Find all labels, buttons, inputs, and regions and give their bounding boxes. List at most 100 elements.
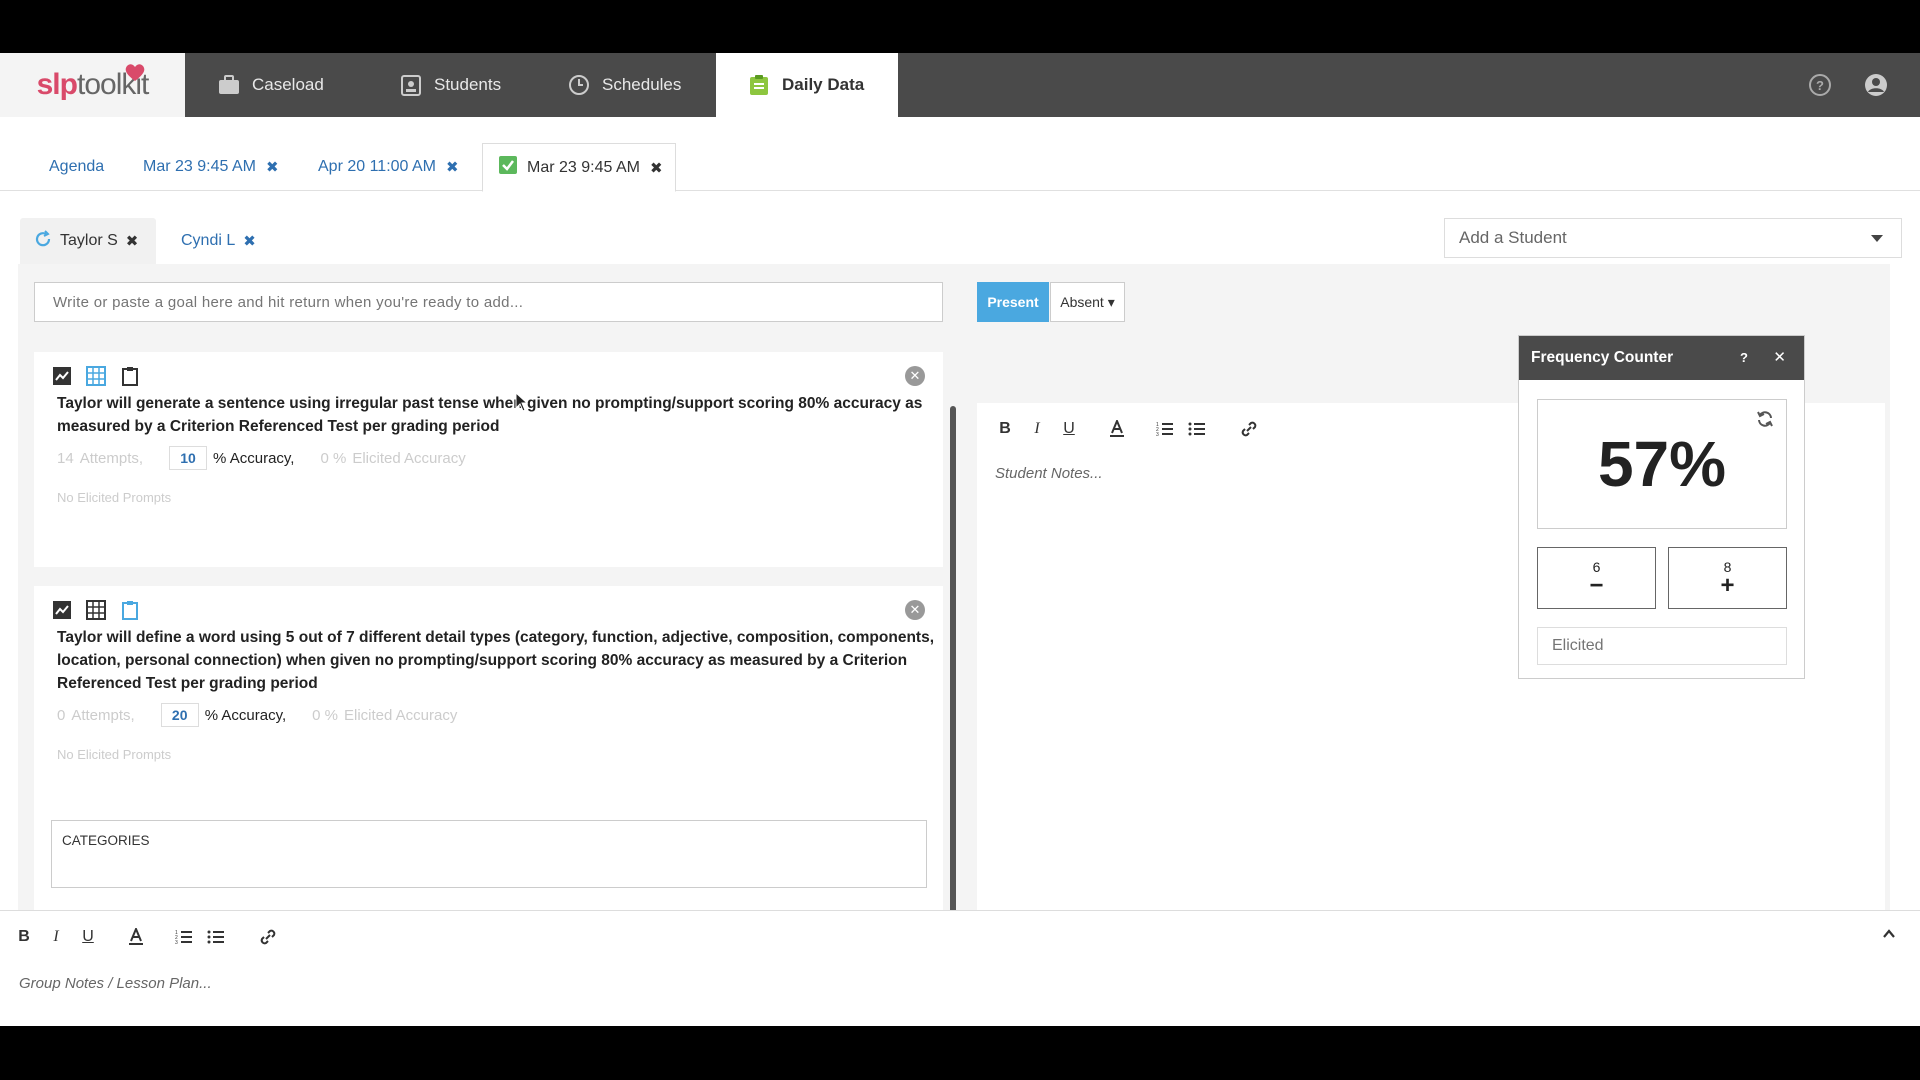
app-window: slptoolkit Caseload Students Schedules D… bbox=[0, 53, 1920, 1026]
session-tabs: Agenda Mar 23 9:45 AM ✖ Apr 20 11:00 AM … bbox=[0, 143, 1920, 192]
goals-scrollbar[interactable] bbox=[950, 406, 956, 944]
elicited-accuracy-value: 0 % bbox=[320, 449, 347, 467]
close-tab-icon[interactable]: ✖ bbox=[446, 158, 459, 176]
underline-button[interactable]: U bbox=[1053, 417, 1085, 441]
percent-value: 57% bbox=[1597, 428, 1727, 500]
absent-dropdown-button[interactable]: Absent ▾ bbox=[1050, 282, 1125, 322]
notes-toolbar: B I U 123 bbox=[989, 417, 1265, 441]
remove-goal-icon[interactable]: ✕ bbox=[905, 600, 925, 620]
tab-agenda[interactable]: Agenda bbox=[49, 143, 104, 191]
line-chart-icon[interactable] bbox=[52, 366, 72, 386]
student-notes-editor[interactable]: Student Notes... bbox=[995, 465, 1103, 482]
tab-session-3-label: Mar 23 9:45 AM bbox=[527, 158, 640, 176]
checkbox-checked-icon bbox=[499, 156, 517, 179]
percent-display: 57% bbox=[1537, 399, 1787, 529]
nav-daily-data-label: Daily Data bbox=[782, 75, 865, 94]
minus-icon: − bbox=[1589, 572, 1604, 599]
clock-icon bbox=[568, 74, 590, 96]
tab-agenda-label: Agenda bbox=[49, 158, 105, 175]
goal-text: Taylor will define a word using 5 out of… bbox=[57, 629, 935, 692]
briefcase-icon bbox=[218, 74, 240, 96]
help-icon[interactable]: ? bbox=[1806, 71, 1834, 99]
close-student-icon[interactable]: ✖ bbox=[243, 232, 256, 250]
nav-students-label: Students bbox=[434, 75, 502, 94]
reset-icon[interactable] bbox=[1756, 410, 1774, 428]
bold-button[interactable]: B bbox=[8, 925, 40, 949]
group-toolbar: B I U 123 bbox=[8, 925, 284, 949]
tab-session-2[interactable]: Apr 20 11:00 AM ✖ bbox=[318, 143, 459, 191]
nav-schedules[interactable]: Schedules bbox=[568, 53, 681, 117]
close-icon[interactable]: ✕ bbox=[1773, 348, 1786, 366]
close-tab-icon[interactable]: ✖ bbox=[266, 158, 279, 176]
goal-input[interactable] bbox=[34, 282, 943, 322]
nav-caseload-label: Caseload bbox=[252, 75, 324, 94]
tab-session-3[interactable]: Mar 23 9:45 AM ✖ bbox=[482, 143, 676, 192]
accuracy-input[interactable]: 10 bbox=[169, 446, 208, 470]
add-student-label: Add a Student bbox=[1459, 228, 1567, 247]
link-icon[interactable] bbox=[252, 925, 284, 949]
clipboard-icon[interactable] bbox=[120, 600, 140, 620]
accuracy-label: % Accuracy, bbox=[204, 706, 287, 724]
tab-session-1[interactable]: Mar 23 9:45 AM ✖ bbox=[143, 143, 279, 191]
logo[interactable]: slptoolkit bbox=[0, 53, 185, 117]
mouse-cursor-icon bbox=[515, 392, 529, 412]
student-tab-cyndi[interactable]: Cyndi L ✖ bbox=[181, 218, 256, 264]
nav-daily-data[interactable]: Daily Data bbox=[716, 53, 899, 117]
no-elicited-prompts: No Elicited Prompts bbox=[57, 747, 172, 762]
italic-button[interactable]: I bbox=[40, 925, 72, 949]
categories-label: CATEGORIES bbox=[62, 833, 150, 848]
elicited-input[interactable] bbox=[1537, 627, 1787, 665]
bullet-list-icon[interactable] bbox=[200, 925, 232, 949]
add-student-select[interactable]: Add a Student bbox=[1444, 218, 1902, 258]
caret-down-icon bbox=[1871, 235, 1883, 242]
chevron-up-icon[interactable] bbox=[1882, 927, 1896, 941]
nav-students[interactable]: Students bbox=[400, 53, 501, 117]
accuracy-input[interactable]: 20 bbox=[160, 703, 199, 727]
student-tab-cyndi-label: Cyndi L bbox=[181, 232, 236, 249]
accuracy-label: % Accuracy, bbox=[213, 449, 295, 467]
text-color-icon[interactable] bbox=[120, 925, 152, 949]
categories-field[interactable]: CATEGORIES bbox=[51, 820, 927, 888]
italic-button[interactable]: I bbox=[1021, 417, 1053, 441]
bullet-list-icon[interactable] bbox=[1181, 417, 1213, 441]
svg-text:3: 3 bbox=[175, 940, 178, 945]
bold-button[interactable]: B bbox=[989, 417, 1021, 441]
clipboard-icon bbox=[748, 74, 770, 96]
plus-icon: + bbox=[1720, 572, 1735, 599]
top-nav: slptoolkit Caseload Students Schedules D… bbox=[0, 53, 1920, 117]
nav-schedules-label: Schedules bbox=[602, 75, 682, 94]
tab-session-2-label: Apr 20 11:00 AM bbox=[318, 158, 436, 175]
frequency-counter: Frequency Counter ? ✕ 57% 6 − 8 + bbox=[1518, 335, 1805, 679]
line-chart-icon[interactable] bbox=[52, 600, 72, 620]
attempts-count: 14 bbox=[57, 449, 74, 467]
close-student-icon[interactable]: ✖ bbox=[126, 232, 139, 250]
elicited-accuracy-value: 0 % bbox=[312, 706, 338, 724]
decrement-button[interactable]: 6 − bbox=[1537, 547, 1656, 609]
ordered-list-icon[interactable]: 123 bbox=[168, 925, 200, 949]
group-notes-editor[interactable]: Group Notes / Lesson Plan... bbox=[19, 975, 212, 992]
frequency-counter-title: Frequency Counter bbox=[1531, 349, 1674, 366]
student-tab-taylor[interactable]: Taylor S ✖ bbox=[20, 218, 157, 264]
goal-text: Taylor will generate a sentence using ir… bbox=[57, 395, 923, 435]
close-tab-icon[interactable]: ✖ bbox=[650, 159, 663, 177]
table-icon[interactable] bbox=[86, 600, 106, 620]
attempts-label: Attempts, bbox=[71, 706, 135, 724]
ordered-list-icon[interactable]: 123 bbox=[1149, 417, 1181, 441]
table-icon[interactable] bbox=[86, 366, 106, 386]
logo-slp: slp bbox=[36, 68, 78, 101]
text-color-icon[interactable] bbox=[1101, 417, 1133, 441]
user-account-icon[interactable] bbox=[1862, 71, 1890, 99]
frequency-counter-header[interactable]: Frequency Counter ? ✕ bbox=[1519, 336, 1804, 380]
present-button[interactable]: Present bbox=[977, 282, 1049, 322]
link-icon[interactable] bbox=[1233, 417, 1265, 441]
remove-goal-icon[interactable]: ✕ bbox=[905, 366, 925, 386]
nav-caseload[interactable]: Caseload bbox=[218, 53, 324, 117]
elicited-accuracy-label: Elicited Accuracy bbox=[352, 449, 466, 467]
help-button[interactable]: ? bbox=[1740, 350, 1748, 365]
increment-button[interactable]: 8 + bbox=[1668, 547, 1787, 609]
underline-button[interactable]: U bbox=[72, 925, 104, 949]
student-tab-taylor-label: Taylor S bbox=[60, 232, 118, 249]
clipboard-icon[interactable] bbox=[120, 366, 140, 386]
svg-text:?: ? bbox=[1816, 78, 1824, 93]
refresh-icon[interactable] bbox=[34, 229, 52, 253]
